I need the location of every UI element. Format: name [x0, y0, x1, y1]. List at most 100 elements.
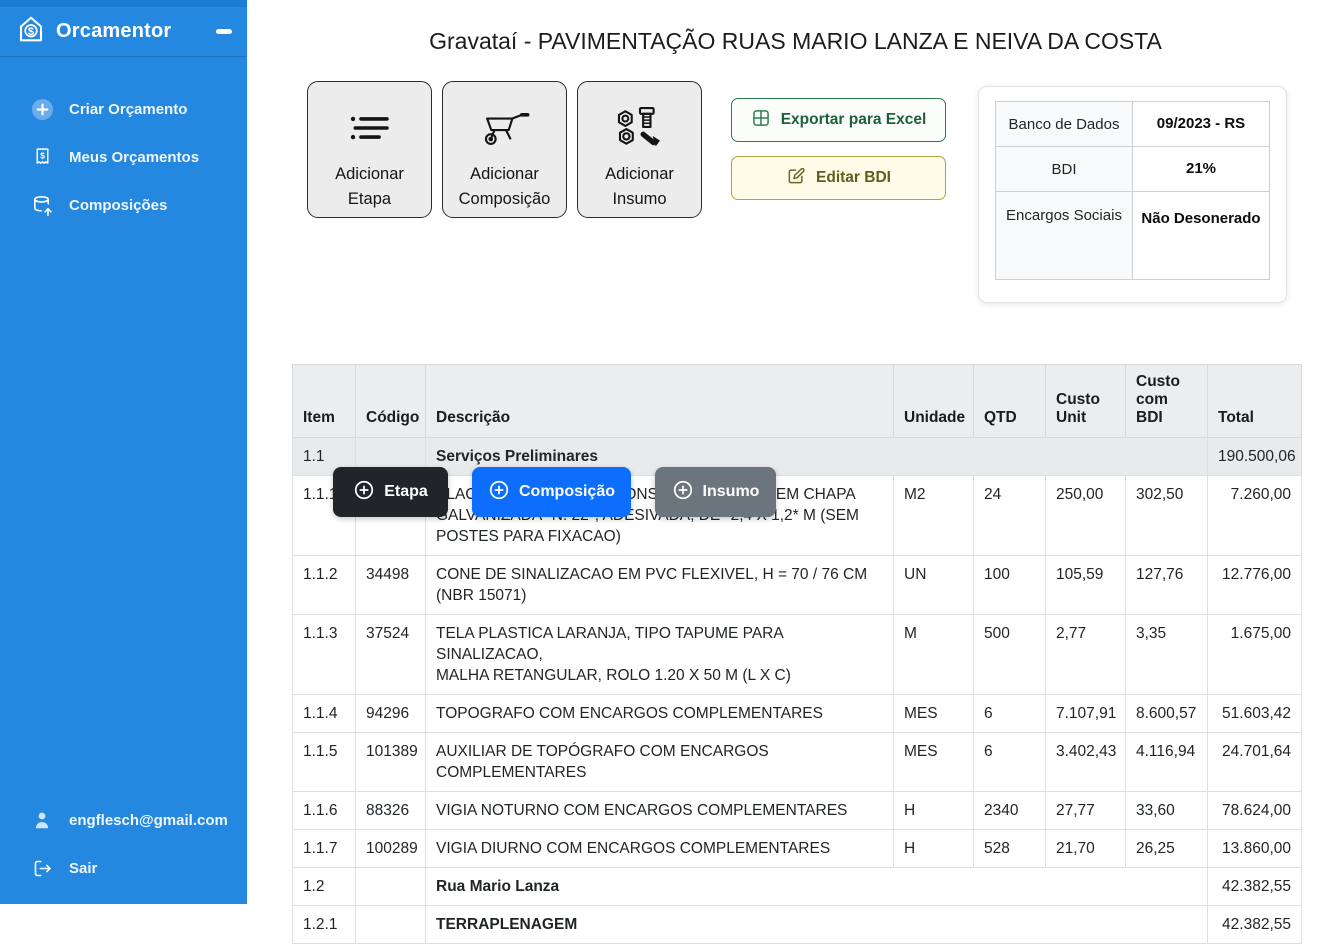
cell-codigo: 101389 [356, 733, 426, 792]
user-email: engflesch@gmail.com [69, 812, 228, 829]
export-excel-button[interactable]: Exportar para Excel [731, 98, 946, 142]
add-etapa-floating-button[interactable]: Etapa [333, 467, 448, 517]
cell-item: 1.1.2 [293, 556, 356, 615]
cell-total: 190.500,06 [1208, 438, 1302, 476]
cell-unid: H [894, 792, 974, 830]
cell-qtd: 6 [974, 733, 1046, 792]
card-label: Adicionar Composição [459, 162, 551, 212]
table-row[interactable]: 1.1.494296TOPOGRAFO COM ENCARGOS COMPLEM… [293, 695, 1302, 733]
column-header-item: Item [293, 365, 356, 438]
sidebar: $ Orcamentor Criar Orçamento $ Meus Orça… [0, 0, 247, 904]
plus-circle-icon [30, 97, 54, 121]
sidebar-footer: engflesch@gmail.com Sair [0, 796, 247, 892]
cell-desc: Rua Mario Lanza [426, 868, 1208, 906]
cell-total: 7.260,00 [1208, 476, 1302, 556]
cell-item: 1.1.7 [293, 830, 356, 868]
sidebar-item-label: Criar Orçamento [69, 101, 187, 118]
svg-text:$: $ [28, 26, 35, 38]
plus-circle-icon [672, 479, 694, 506]
table-row[interactable]: 1.1.337524TELA PLASTICA LARANJA, TIPO TA… [293, 615, 1302, 695]
table-row[interactable]: 1.1.5101389AUXILIAR DE TOPÓGRAFO COM ENC… [293, 733, 1302, 792]
cell-cbdi: 302,50 [1126, 476, 1208, 556]
cell-desc: VIGIA NOTURNO COM ENCARGOS COMPLEMENTARE… [426, 792, 894, 830]
sidebar-user-email[interactable]: engflesch@gmail.com [0, 796, 247, 844]
budget-info-table: Banco de Dados 09/2023 - RS BDI 21% Enca… [995, 101, 1270, 280]
add-insumo-floating-button[interactable]: Insumo [655, 467, 776, 517]
table-row[interactable]: 1.1.7100289VIGIA DIURNO COM ENCARGOS COM… [293, 830, 1302, 868]
info-value: Não Desonerado [1133, 192, 1270, 280]
sidebar-item-composicoes[interactable]: Composições [0, 181, 247, 229]
cell-cunit: 250,00 [1046, 476, 1126, 556]
toolbar: Adicionar Etapa Adicionar Composição [307, 81, 1287, 303]
sidebar-item-criar-orcamento[interactable]: Criar Orçamento [0, 85, 247, 133]
column-header-codigo: Código [356, 365, 426, 438]
sidebar-collapse-button[interactable] [216, 29, 232, 34]
column-header-qtd: QTD [974, 365, 1046, 438]
cell-item: 1.2.1 [293, 906, 356, 944]
floating-button-label: Insumo [703, 483, 760, 501]
cell-desc: AUXILIAR DE TOPÓGRAFO COM ENCARGOS COMPL… [426, 733, 894, 792]
action-buttons-column: Exportar para Excel Editar BDI [731, 98, 946, 200]
cell-cunit: 7.107,91 [1046, 695, 1126, 733]
cell-qtd: 2340 [974, 792, 1046, 830]
receipt-icon: $ [30, 145, 54, 169]
cell-cunit: 3.402,43 [1046, 733, 1126, 792]
adicionar-composicao-card-button[interactable]: Adicionar Composição [442, 81, 567, 218]
sidebar-top-strip [0, 0, 247, 7]
info-row-banco-de-dados: Banco de Dados 09/2023 - RS [996, 102, 1270, 147]
cell-unid: M2 [894, 476, 974, 556]
cell-cbdi: 26,25 [1126, 830, 1208, 868]
cell-codigo: 94296 [356, 695, 426, 733]
cell-item: 1.1.6 [293, 792, 356, 830]
sidebar-item-label: Meus Orçamentos [69, 149, 199, 166]
cell-codigo [356, 906, 426, 944]
cell-desc: TOPOGRAFO COM ENCARGOS COMPLEMENTARES [426, 695, 894, 733]
info-label: Encargos Sociais [996, 192, 1133, 280]
sidebar-item-sair[interactable]: Sair [0, 844, 247, 892]
logout-icon [30, 856, 54, 880]
cell-desc: TELA PLASTICA LARANJA, TIPO TAPUME PARA … [426, 615, 894, 695]
cell-unid: MES [894, 733, 974, 792]
cell-total: 12.776,00 [1208, 556, 1302, 615]
edit-bdi-label: Editar BDI [816, 169, 891, 187]
user-icon [30, 808, 54, 832]
cell-unid: M [894, 615, 974, 695]
cell-cunit: 105,59 [1046, 556, 1126, 615]
cell-qtd: 6 [974, 695, 1046, 733]
cell-total: 51.603,42 [1208, 695, 1302, 733]
cell-cbdi: 4.116,94 [1126, 733, 1208, 792]
column-header-custo-com-bdi: Custo com BDI [1126, 365, 1208, 438]
adicionar-etapa-card-button[interactable]: Adicionar Etapa [307, 81, 432, 218]
add-cards-group: Adicionar Etapa Adicionar Composição [307, 81, 702, 218]
cell-total: 13.860,00 [1208, 830, 1302, 868]
table-row[interactable]: 1.2.1 TERRAPLENAGEM42.382,55 [293, 906, 1302, 944]
cell-desc: TERRAPLENAGEM [426, 906, 1208, 944]
cell-unid: H [894, 830, 974, 868]
column-header-custo-unit: Custo Unit [1046, 365, 1126, 438]
main-content: Gravataí - PAVIMENTAÇÃO RUAS MARIO LANZA… [247, 0, 1344, 904]
sidebar-item-meus-orcamentos[interactable]: $ Meus Orçamentos [0, 133, 247, 181]
app-name: Orcamentor [56, 20, 216, 43]
edit-bdi-button[interactable]: Editar BDI [731, 156, 946, 200]
cell-codigo: 34498 [356, 556, 426, 615]
cell-cunit: 2,77 [1046, 615, 1126, 695]
cell-qtd: 24 [974, 476, 1046, 556]
table-row[interactable]: 1.2Rua Mario Lanza42.382,55 [293, 868, 1302, 906]
cell-codigo: 88326 [356, 792, 426, 830]
sidebar-menu: Criar Orçamento $ Meus Orçamentos Compos… [0, 85, 247, 229]
card-label: Adicionar Insumo [605, 162, 674, 212]
wheelbarrow-icon [477, 100, 533, 156]
add-composicao-floating-button[interactable]: Composição [472, 467, 631, 517]
plus-circle-icon [488, 479, 510, 506]
cell-total: 78.624,00 [1208, 792, 1302, 830]
plus-circle-icon [353, 479, 375, 506]
floating-button-label: Composição [519, 483, 615, 501]
cell-unid: MES [894, 695, 974, 733]
table-row[interactable]: 1.1.234498CONE DE SINALIZACAO EM PVC FLE… [293, 556, 1302, 615]
cell-total: 42.382,55 [1208, 906, 1302, 944]
table-row[interactable]: 1.1.688326VIGIA NOTURNO COM ENCARGOS COM… [293, 792, 1302, 830]
cell-total: 1.675,00 [1208, 615, 1302, 695]
column-header-descricao: Descrição [426, 365, 894, 438]
adicionar-insumo-card-button[interactable]: Adicionar Insumo [577, 81, 702, 218]
sidebar-item-label: Composições [69, 197, 167, 214]
